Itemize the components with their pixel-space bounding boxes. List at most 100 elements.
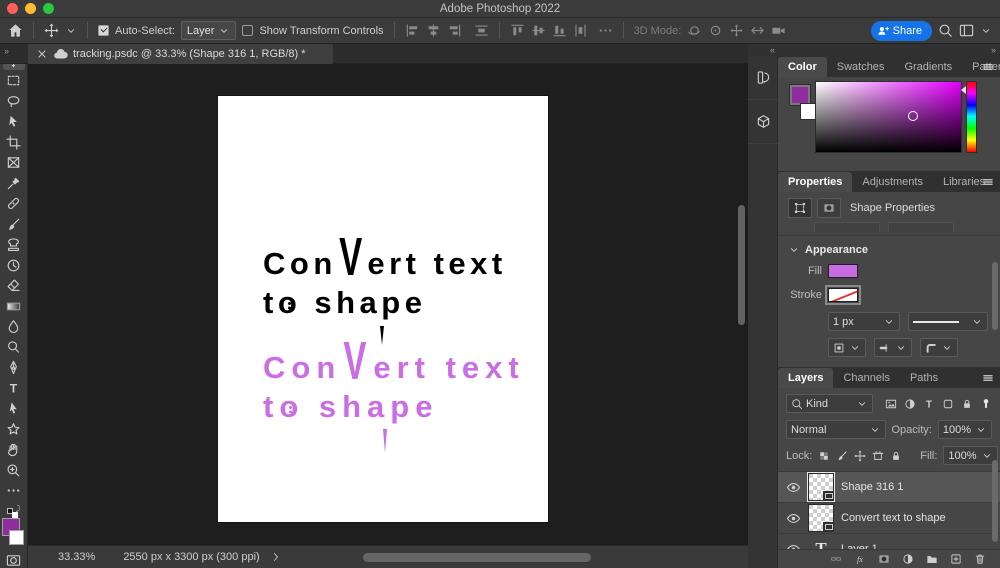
quick-mask-icon[interactable] [6, 553, 21, 568]
align-top-icon[interactable] [510, 23, 525, 38]
path-selection-tool[interactable] [3, 399, 25, 419]
stroke-cap-combo[interactable] [874, 338, 912, 357]
hue-slider[interactable] [966, 81, 977, 153]
search-icon[interactable] [938, 23, 953, 38]
move-tool-preset-icon[interactable] [44, 23, 59, 38]
layer-thumbnail[interactable] [809, 505, 833, 531]
stroke-type-combo[interactable] [908, 312, 988, 331]
stroke-corner-combo[interactable] [920, 338, 958, 357]
lock-pixels-icon[interactable] [836, 450, 848, 462]
show-transform-checkbox[interactable] [242, 25, 253, 36]
fill-color-swatch[interactable] [828, 264, 858, 278]
layer-name[interactable]: Convert text to shape [841, 512, 946, 524]
link-icon[interactable] [830, 553, 842, 565]
foreground-color-swatch[interactable] [790, 85, 810, 105]
filter-toggle-icon[interactable] [980, 398, 992, 410]
lasso-tool[interactable] [3, 91, 25, 111]
canvas-vertical-scrollbar[interactable] [738, 205, 745, 325]
lock-all-icon[interactable] [890, 450, 902, 462]
color-picker-ring[interactable] [908, 111, 918, 121]
tab-properties[interactable]: Properties [778, 172, 852, 192]
stroke-color-swatch[interactable] [828, 288, 858, 302]
lock-transparency-icon[interactable] [818, 450, 830, 462]
blur-tool[interactable] [3, 317, 25, 337]
dodge-tool[interactable] [3, 337, 25, 357]
panel-menu-icon[interactable] [982, 372, 994, 384]
canvas-page[interactable]: ConVert text to shape ConVert text to sh… [218, 96, 548, 522]
zoom-level[interactable]: 33.33% [58, 551, 95, 563]
home-icon[interactable] [8, 23, 23, 38]
tab-paths[interactable]: Paths [900, 368, 948, 388]
group-folder-icon[interactable] [926, 553, 938, 565]
filter-type-layers-icon[interactable]: T [923, 398, 935, 410]
healing-brush-tool[interactable] [3, 194, 25, 214]
layer-row-convert-text-to-shape[interactable]: Convert text to shape [778, 503, 1000, 534]
stroke-width-combo[interactable]: 1 px [828, 312, 900, 331]
type-tool[interactable]: T [3, 378, 25, 398]
status-options-icon[interactable] [270, 551, 282, 563]
3d-panel-button[interactable] [748, 100, 778, 144]
layer-fill-combo[interactable]: 100% [943, 446, 997, 465]
collapse-section-icon[interactable] [788, 244, 800, 256]
filter-adjustment-layers-icon[interactable] [904, 398, 916, 410]
filter-pixel-layers-icon[interactable] [885, 398, 897, 410]
mask-properties-button[interactable] [817, 198, 841, 218]
marquee-tool[interactable] [3, 71, 25, 91]
history-brush-tool[interactable] [3, 255, 25, 275]
collapse-dock-icon[interactable]: « [770, 45, 774, 55]
eye-icon[interactable] [786, 480, 801, 495]
crop-tool[interactable] [3, 132, 25, 152]
tab-layers[interactable]: Layers [778, 368, 833, 388]
layers-scrollbar[interactable] [992, 460, 998, 542]
opacity-combo[interactable]: 100% [938, 420, 992, 439]
more-align-options-icon[interactable] [598, 23, 613, 38]
align-left-icon[interactable] [405, 23, 420, 38]
shape-tool[interactable] [3, 419, 25, 439]
distribute-vertical-icon[interactable] [573, 23, 588, 38]
eraser-tool[interactable] [3, 276, 25, 296]
layer-filter-combo[interactable]: Kind [786, 394, 873, 413]
eye-icon[interactable] [786, 511, 801, 526]
distribute-horizontal-icon[interactable] [474, 23, 489, 38]
default-colors-icon[interactable]: ⤸ [7, 505, 21, 515]
brush-tool[interactable] [3, 214, 25, 234]
adjustment-icon[interactable] [902, 553, 914, 565]
lock-artboard-icon[interactable] [872, 450, 884, 462]
history-panel-button[interactable] [748, 56, 778, 100]
frame-tool[interactable] [3, 153, 25, 173]
expand-tools-icon[interactable]: » [4, 46, 8, 56]
clone-stamp-tool[interactable] [3, 235, 25, 255]
chevron-down-icon[interactable] [65, 25, 77, 37]
layer-mask-icon[interactable] [878, 553, 890, 565]
tab-adjustments[interactable]: Adjustments [852, 172, 933, 192]
tab-channels[interactable]: Channels [833, 368, 899, 388]
canvas-horizontal-scrollbar[interactable] [363, 553, 591, 562]
object-selection-tool[interactable] [3, 112, 25, 132]
stroke-align-combo[interactable] [828, 338, 866, 357]
chevron-down-icon[interactable] [980, 25, 992, 37]
collapse-panels-icon[interactable]: » [991, 45, 995, 55]
align-right-icon[interactable] [447, 23, 462, 38]
align-horizontal-centers-icon[interactable] [426, 23, 441, 38]
properties-scrollbar[interactable] [992, 262, 998, 330]
tab-gradients[interactable]: Gradients [894, 57, 962, 77]
auto-select-dropdown[interactable]: Layer [181, 21, 237, 40]
pen-tool[interactable] [3, 358, 25, 378]
layer-row-shape-316-1[interactable]: Shape 316 1 [778, 472, 1000, 503]
panel-menu-icon[interactable] [982, 176, 994, 188]
align-bottom-icon[interactable] [552, 23, 567, 38]
gradient-tool[interactable] [3, 296, 25, 316]
close-tab-icon[interactable] [36, 48, 48, 60]
auto-select-checkbox[interactable] [98, 25, 109, 36]
blend-mode-combo[interactable]: Normal [786, 420, 886, 439]
workspace-switcher-icon[interactable] [959, 23, 974, 38]
panel-menu-icon[interactable] [982, 61, 994, 73]
background-color-swatch[interactable] [9, 530, 24, 545]
eyedropper-tool[interactable] [3, 173, 25, 193]
color-field[interactable] [815, 81, 962, 153]
hand-tool[interactable] [3, 440, 25, 460]
tab-color[interactable]: Color [778, 57, 827, 77]
share-button[interactable]: Share [871, 21, 932, 41]
tab-swatches[interactable]: Swatches [827, 57, 895, 77]
fx-icon[interactable]: fx [854, 553, 866, 565]
